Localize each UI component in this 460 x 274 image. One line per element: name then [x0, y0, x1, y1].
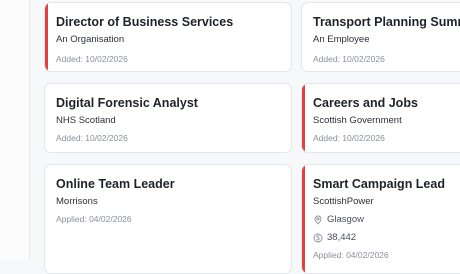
job-title[interactable]: Careers and Jobs: [313, 96, 418, 110]
job-card[interactable]: Transport Planning Summer An Employee Ad…: [301, 2, 460, 72]
job-salary: 38,442: [313, 232, 356, 243]
job-card[interactable]: Smart Campaign Lead ScottishPower Glasgo…: [301, 164, 460, 274]
job-date: Added: 10/02/2026: [56, 133, 128, 143]
job-title[interactable]: Smart Campaign Lead: [313, 177, 445, 191]
job-title[interactable]: Transport Planning Summer: [313, 15, 460, 29]
job-location-text: Glasgow: [327, 214, 364, 225]
job-date: Applied: 04/02/2026: [56, 214, 132, 224]
job-date: Added: 10/02/2026: [313, 54, 385, 64]
job-location: Glasgow: [313, 214, 364, 225]
currency-icon: [313, 233, 323, 242]
job-title[interactable]: Director of Business Services: [56, 15, 233, 29]
job-organisation: ScottishPower: [313, 196, 374, 207]
job-organisation: NHS Scotland: [56, 115, 116, 126]
job-salary-text: 38,442: [327, 232, 357, 243]
job-date: Added: 10/02/2026: [56, 54, 128, 64]
job-card[interactable]: Digital Forensic Analyst NHS Scotland Ad…: [44, 83, 292, 153]
job-organisation: An Organisation: [56, 34, 125, 45]
job-date: Applied: 04/02/2026: [313, 250, 389, 260]
job-card[interactable]: Careers and Jobs Scottish Government Add…: [301, 83, 460, 153]
job-title[interactable]: Online Team Leader: [56, 177, 175, 191]
job-organisation: Scottish Government: [313, 115, 402, 126]
job-title[interactable]: Digital Forensic Analyst: [56, 96, 198, 110]
job-card[interactable]: Online Team Leader Morrisons Applied: 04…: [44, 164, 292, 274]
sidebar-edge: [0, 0, 30, 260]
job-organisation: Morrisons: [56, 196, 98, 207]
job-card[interactable]: Director of Business Services An Organis…: [44, 2, 292, 72]
job-date: Added: 10/02/2026: [313, 133, 385, 143]
job-organisation: An Employee: [313, 34, 370, 45]
map-pin-icon: [314, 215, 322, 225]
